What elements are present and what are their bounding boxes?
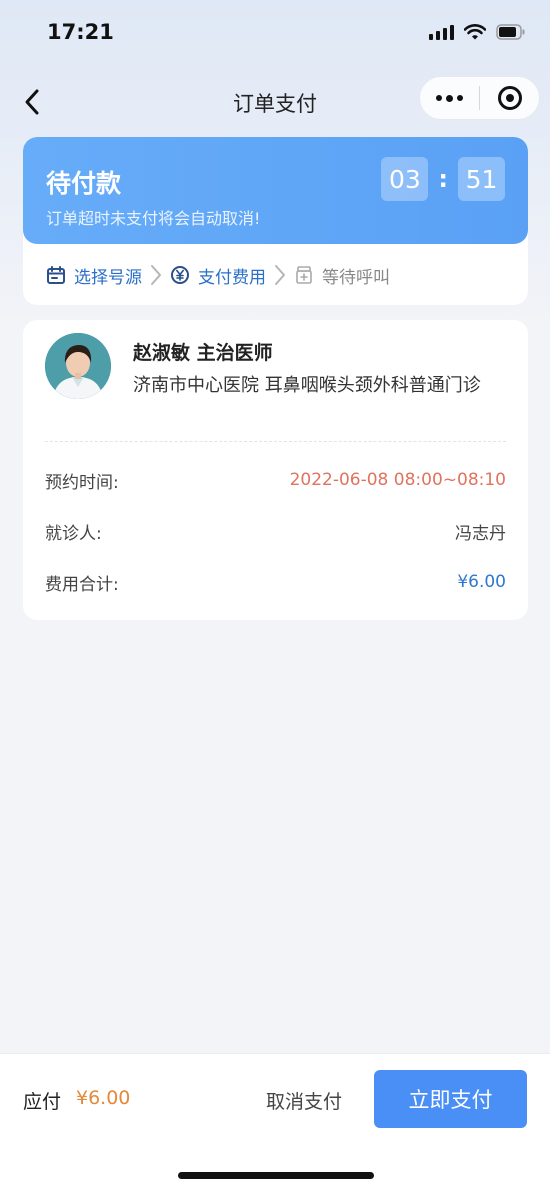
more-button[interactable] [420, 76, 479, 120]
patient-row: 就诊人: 冯志丹 [45, 518, 506, 544]
chevron-right-icon [274, 264, 286, 286]
calendar-icon [47, 266, 65, 284]
appointment-time-row: 预约时间: 2022-06-08 08:00~08:10 [45, 467, 506, 493]
payment-timeout-tip: 订单超时未支付将会自动取消! [46, 209, 261, 228]
step-label: 支付费用 [198, 267, 266, 288]
home-indicator-area [0, 1143, 550, 1190]
row-label: 就诊人: [45, 523, 102, 544]
step-pay-fee: 支付费用 [170, 263, 266, 288]
medicine-icon [296, 266, 312, 284]
mini-program-capsule [419, 76, 540, 120]
pay-now-button[interactable]: 立即支付 [374, 1070, 527, 1128]
row-label: 费用合计: [45, 574, 119, 595]
appointment-time-value: 2022-06-08 08:00~08:10 [289, 470, 506, 490]
countdown-seconds: 51 [458, 157, 505, 201]
progress-steps: 选择号源 支付费用 等待呼叫 [46, 262, 390, 288]
status-time: 17:21 [47, 20, 114, 44]
countdown-minutes: 03 [381, 157, 429, 201]
fee-total-value: ¥6.00 [457, 572, 506, 592]
status-bar: 17:21 [0, 0, 550, 64]
home-indicator[interactable] [178, 1172, 374, 1179]
payment-status: 待付款 [46, 169, 122, 198]
dashed-divider [45, 441, 506, 442]
payment-status-card: 待付款 订单超时未支付将会自动取消! 03 : 51 选择号源 支付费用 等待呼… [23, 137, 528, 305]
patient-name-value: 冯志丹 [455, 523, 506, 544]
close-mini-program-button[interactable] [480, 76, 539, 120]
wifi-icon [464, 24, 486, 40]
payment-banner: 待付款 订单超时未支付将会自动取消! 03 : 51 [23, 137, 528, 244]
step-select-source: 选择号源 [46, 263, 142, 288]
amount-due-value: ¥6.00 [76, 1087, 131, 1109]
fee-total-row: 费用合计: ¥6.00 [45, 569, 506, 595]
countdown-timer: 03 : 51 [381, 157, 505, 201]
appointment-card: 赵淑敏 主治医师 济南市中心医院 耳鼻咽喉头颈外科普通门诊 预约时间: 2022… [23, 320, 528, 620]
chevron-right-icon [150, 264, 162, 286]
battery-icon [496, 24, 526, 40]
doctor-name-title: 赵淑敏 主治医师 [133, 342, 273, 364]
countdown-separator: : [438, 165, 448, 193]
bottom-action-bar: 应付 ¥6.00 取消支付 立即支付 [0, 1053, 550, 1143]
doctor-avatar [45, 333, 111, 399]
row-label: 预约时间: [45, 472, 119, 493]
step-wait-call: 等待呼叫 [294, 263, 390, 288]
target-close-icon [497, 86, 522, 110]
status-icons [429, 24, 526, 40]
navigation-bar: 订单支付 [0, 74, 550, 130]
step-label: 选择号源 [74, 267, 142, 288]
amount-due-label: 应付 [23, 1091, 62, 1113]
yuan-icon [171, 266, 189, 284]
step-label: 等待呼叫 [322, 267, 390, 288]
signal-icon [429, 24, 454, 40]
hospital-department: 济南市中心医院 耳鼻咽喉头颈外科普通门诊 [133, 375, 481, 396]
cancel-payment-button[interactable]: 取消支付 [266, 1087, 342, 1114]
